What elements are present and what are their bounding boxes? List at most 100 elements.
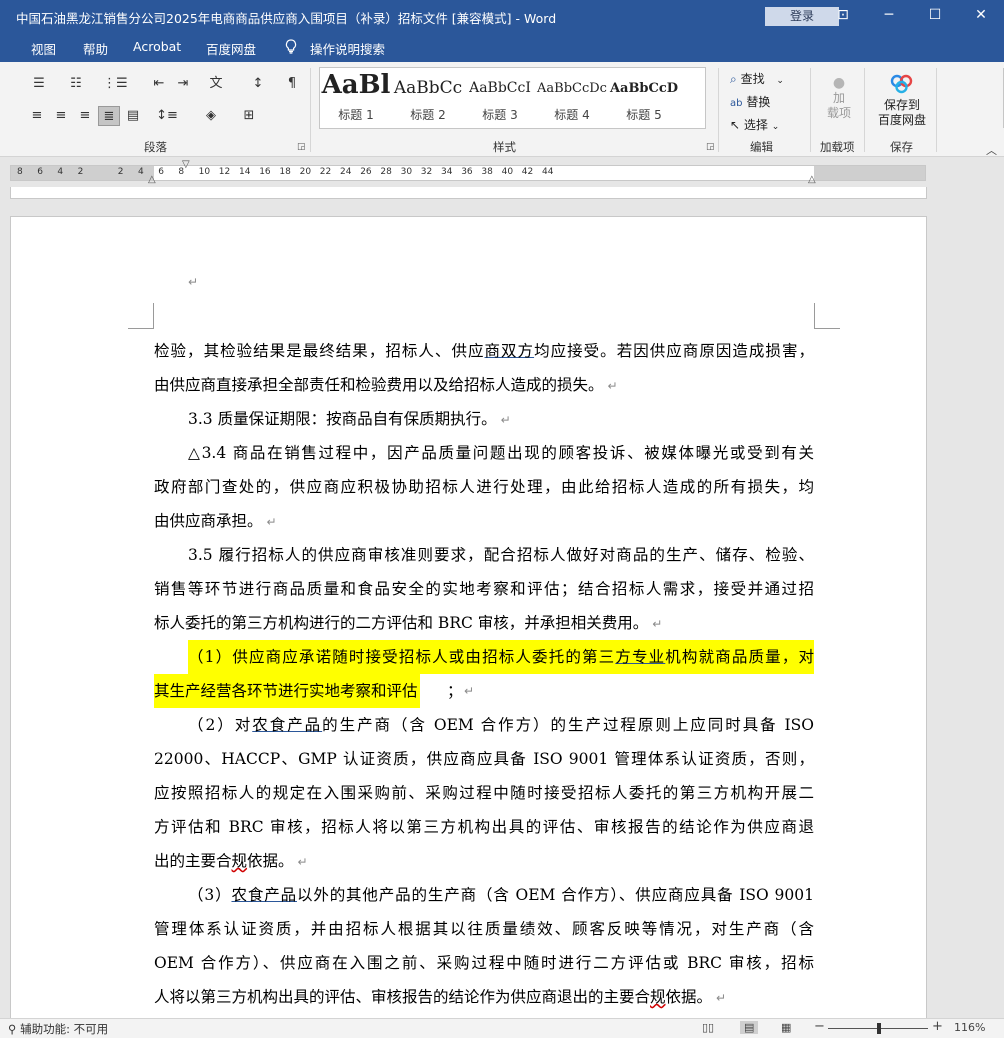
numbering-icon[interactable]: ☷ (65, 74, 87, 94)
read-mode-icon[interactable]: ▯▯ (702, 1021, 714, 1034)
print-layout-icon[interactable]: ▤ (740, 1021, 759, 1034)
replace-button[interactable]: ab 替换 (730, 93, 770, 110)
document-line[interactable]: 管理体系认证资质，并由招标人根据其以往质量绩效、顾客反映等情况，对生产商（含 (154, 912, 814, 946)
document-line[interactable]: 方评估和 BRC 审核，招标人将以第三方机构出具的评估、审核报告的结论作为供应商… (154, 810, 814, 844)
document-line[interactable]: 政府部门查处的，供应商应积极协助招标人进行处理，由此给招标人造成的所有损失，均 (154, 470, 814, 504)
group-label-paragraph: 段落 (144, 140, 167, 154)
ruler-tick-label: 36 (461, 167, 473, 177)
document-page[interactable]: ↵ 检验，其检验结果是最终结果，招标人、供应商双方均应接受。若因供应商原因造成损… (10, 216, 927, 1018)
text-run: （3） (188, 886, 232, 904)
paragraph-mark: ↵ (652, 617, 663, 631)
menu-bar: 视图 帮助 Acrobat 百度网盘 操作说明搜索 ⇪ 共享 ⌄ (0, 32, 1004, 91)
save-to-baidu-button[interactable]: 保存到 百度网盘 (874, 72, 930, 128)
find-button[interactable]: ⌕ 查找 ⌄ (730, 70, 784, 87)
ruler-tick-label: 26 (360, 167, 372, 177)
align-center-icon[interactable]: ≡ (50, 106, 72, 126)
justify-icon[interactable]: ≣ (98, 106, 120, 126)
document-line[interactable]: 标人委托的第三方机构进行的二方评估和 BRC 审核，并承担相关费用。 ↵ (154, 606, 662, 640)
document-line[interactable]: 22000、HACCP、GMP 认证资质，供应商应具备 ISO 9001 管理体… (154, 742, 814, 776)
document-line[interactable]: 销售等环节进行商品质量和食品安全的实地考察和评估；结合招标人需求，接受并通过招 (154, 572, 814, 606)
close-icon[interactable]: ✕ (958, 0, 1004, 32)
document-line[interactable]: 由供应商直接承担全部责任和检验费用以及给招标人造成的损失。 ↵ (154, 368, 618, 402)
shading-icon[interactable]: ◈ (200, 106, 222, 126)
document-line[interactable]: （3）农食产品以外的其他产品的生产商（含 OEM 合作方）、供应商应具备 ISO… (154, 878, 814, 912)
document-line[interactable]: 由供应商承担。 ↵ (154, 504, 277, 538)
zoom-slider-thumb[interactable] (877, 1023, 881, 1034)
document-line[interactable]: （2）对农食产品的生产商（含 OEM 合作方）的生产过程原则上应同时具备 ISO (154, 708, 814, 742)
text-run: 管理体系认证资质，并由招标人根据其以往质量绩效、顾客反映等情况，对生产商（含 (154, 920, 814, 938)
sort-icon[interactable]: ↕ (247, 74, 269, 94)
paragraph-mark: ↵ (607, 379, 618, 393)
search-icon: ⌕ (730, 72, 737, 86)
accessibility-icon: ⚲ (8, 1022, 17, 1036)
document-line[interactable]: （1）供应商应承诺随时接受招标人或由招标人委托的第三方专业机构就商品质量，对 (188, 640, 814, 674)
underlined-text: 规 (650, 988, 666, 1006)
tab-acrobat[interactable]: Acrobat (133, 39, 181, 54)
increase-indent-icon[interactable]: ⇥ (172, 74, 194, 94)
select-button[interactable]: ↖ 选择 ⌄ (730, 116, 779, 133)
minimize-icon[interactable]: ─ (866, 0, 912, 32)
style-heading-1[interactable]: AaBl 标题 1 (320, 68, 392, 128)
asian-layout-icon[interactable]: 文 (205, 74, 227, 94)
tab-help[interactable]: 帮助 (83, 39, 108, 58)
ruler-tick-label: 42 (521, 167, 534, 177)
document-line[interactable]: 3.3 质量保证期限：按商品自有保质期执行。 ↵ (154, 402, 511, 436)
text-run: 政府部门查处的，供应商应积极协助招标人进行处理，由此给招标人造成的所有损失，均 (154, 478, 814, 496)
ruler-tick-label: 16 (259, 167, 271, 177)
distributed-icon[interactable]: ▤ (122, 106, 144, 126)
ribbon-display-options-icon[interactable]: ⊡ (820, 0, 866, 32)
accessibility-status[interactable]: ⚲ 辅助功能: 不可用 (8, 1021, 108, 1037)
style-heading-5[interactable]: AaBbCcD 标题 5 (608, 68, 680, 128)
paragraph-launcher-icon[interactable]: ◲ (297, 142, 306, 152)
document-line[interactable]: 其生产经营各环节进行实地考察和评估 (154, 674, 420, 708)
text-run: 标人委托的第三方机构进行的二方评估和 BRC 审核，并承担相关费用。 (154, 614, 649, 632)
group-label-styles: 样式 (493, 140, 516, 154)
document-line[interactable]: OEM 合作方）、供应商在入围之前、采购过程中随时进行二方评估或 BRC 审核，… (154, 946, 814, 980)
ruler-tick-label: 32 (420, 167, 433, 177)
chevron-down-icon: ⌄ (771, 122, 780, 132)
bullets-icon[interactable]: ☰ (28, 74, 50, 94)
borders-icon[interactable]: ⊞ (238, 106, 260, 126)
styles-launcher-icon[interactable]: ◲ (706, 142, 715, 152)
zoom-in-button[interactable]: + (932, 1019, 943, 1034)
zoom-level[interactable]: 116% (954, 1021, 985, 1034)
web-layout-icon[interactable]: ▦ (781, 1021, 791, 1034)
document-line[interactable]: 3.5 履行招标人的供应商审核准则要求，配合招标人做好对商品的生产、储存、检验、 (154, 538, 814, 572)
collapse-ribbon-icon[interactable]: ︿ (986, 142, 997, 158)
show-marks-icon[interactable]: ¶ (281, 74, 303, 94)
lightbulb-icon (285, 39, 297, 57)
title-bar: 中国石油黑龙江销售分公司2025年电商商品供应商入围项目（补录）招标文件 [兼容… (0, 0, 1004, 32)
underlined-text: 农食产品 (252, 716, 323, 734)
tab-view[interactable]: 视图 (31, 39, 56, 58)
maximize-icon[interactable]: ☐ (912, 0, 958, 32)
align-right-icon[interactable]: ≡ (74, 106, 96, 126)
ruler-tick-label: 4 (57, 167, 64, 177)
text-run: （2）对 (188, 716, 253, 734)
ruler-tick-label: 8 (17, 167, 23, 177)
align-left-icon[interactable]: ≡ (26, 106, 48, 126)
addins-icon: ● (832, 75, 846, 91)
document-line[interactable]: 出的主要合规依据。 ↵ (154, 844, 308, 878)
document-line[interactable]: 应按照招标人的规定在入围采购前、采购过程中随时接受招标人委托的第三方机构开展二 (154, 776, 814, 810)
text-run: （1）供应商应承诺随时接受招标人或由招标人委托的第三 (188, 648, 616, 666)
tell-me-search[interactable]: 操作说明搜索 (310, 39, 385, 58)
tab-baidu-netdisk[interactable]: 百度网盘 (206, 39, 256, 58)
text-run: 依据。 (665, 988, 713, 1006)
style-heading-2[interactable]: AaBbCc 标题 2 (392, 68, 464, 128)
document-line[interactable]: △3.4 商品在销售过程中，因产品质量问题出现的顾客投诉、被媒体曝光或受到有关 (154, 436, 814, 470)
ruler-tick-label: 22 (319, 167, 332, 177)
document-line[interactable]: 检验，其检验结果是最终结果，招标人、供应商双方均应接受。若因供应商原因造成损害， (154, 334, 814, 368)
document-line[interactable]: 人将以第三方机构出具的评估、审核报告的结论作为供应商退出的主要合规依据。 ↵ (154, 980, 726, 1014)
document-area: ↵ 检验，其检验结果是最终结果，招标人、供应商双方均应接受。若因供应商原因造成损… (0, 187, 1004, 1018)
line-spacing-icon[interactable]: ↕≡ (156, 106, 178, 126)
hanging-indent-marker[interactable]: △ (148, 174, 156, 185)
zoom-out-button[interactable]: − (814, 1019, 825, 1034)
style-heading-4[interactable]: AaBbCcDc 标题 4 (536, 68, 608, 128)
first-line-indent-marker[interactable]: ▽ (182, 159, 190, 170)
decrease-indent-icon[interactable]: ⇤ (148, 74, 170, 94)
style-heading-3[interactable]: AaBbCcI 标题 3 (464, 68, 536, 128)
addins-button[interactable]: ● 加 载项 (820, 76, 858, 121)
multilevel-list-icon[interactable]: ⋮☰ (103, 74, 128, 94)
paragraph-mark: ↵ (464, 684, 475, 698)
right-indent-marker[interactable]: △ (808, 174, 816, 185)
